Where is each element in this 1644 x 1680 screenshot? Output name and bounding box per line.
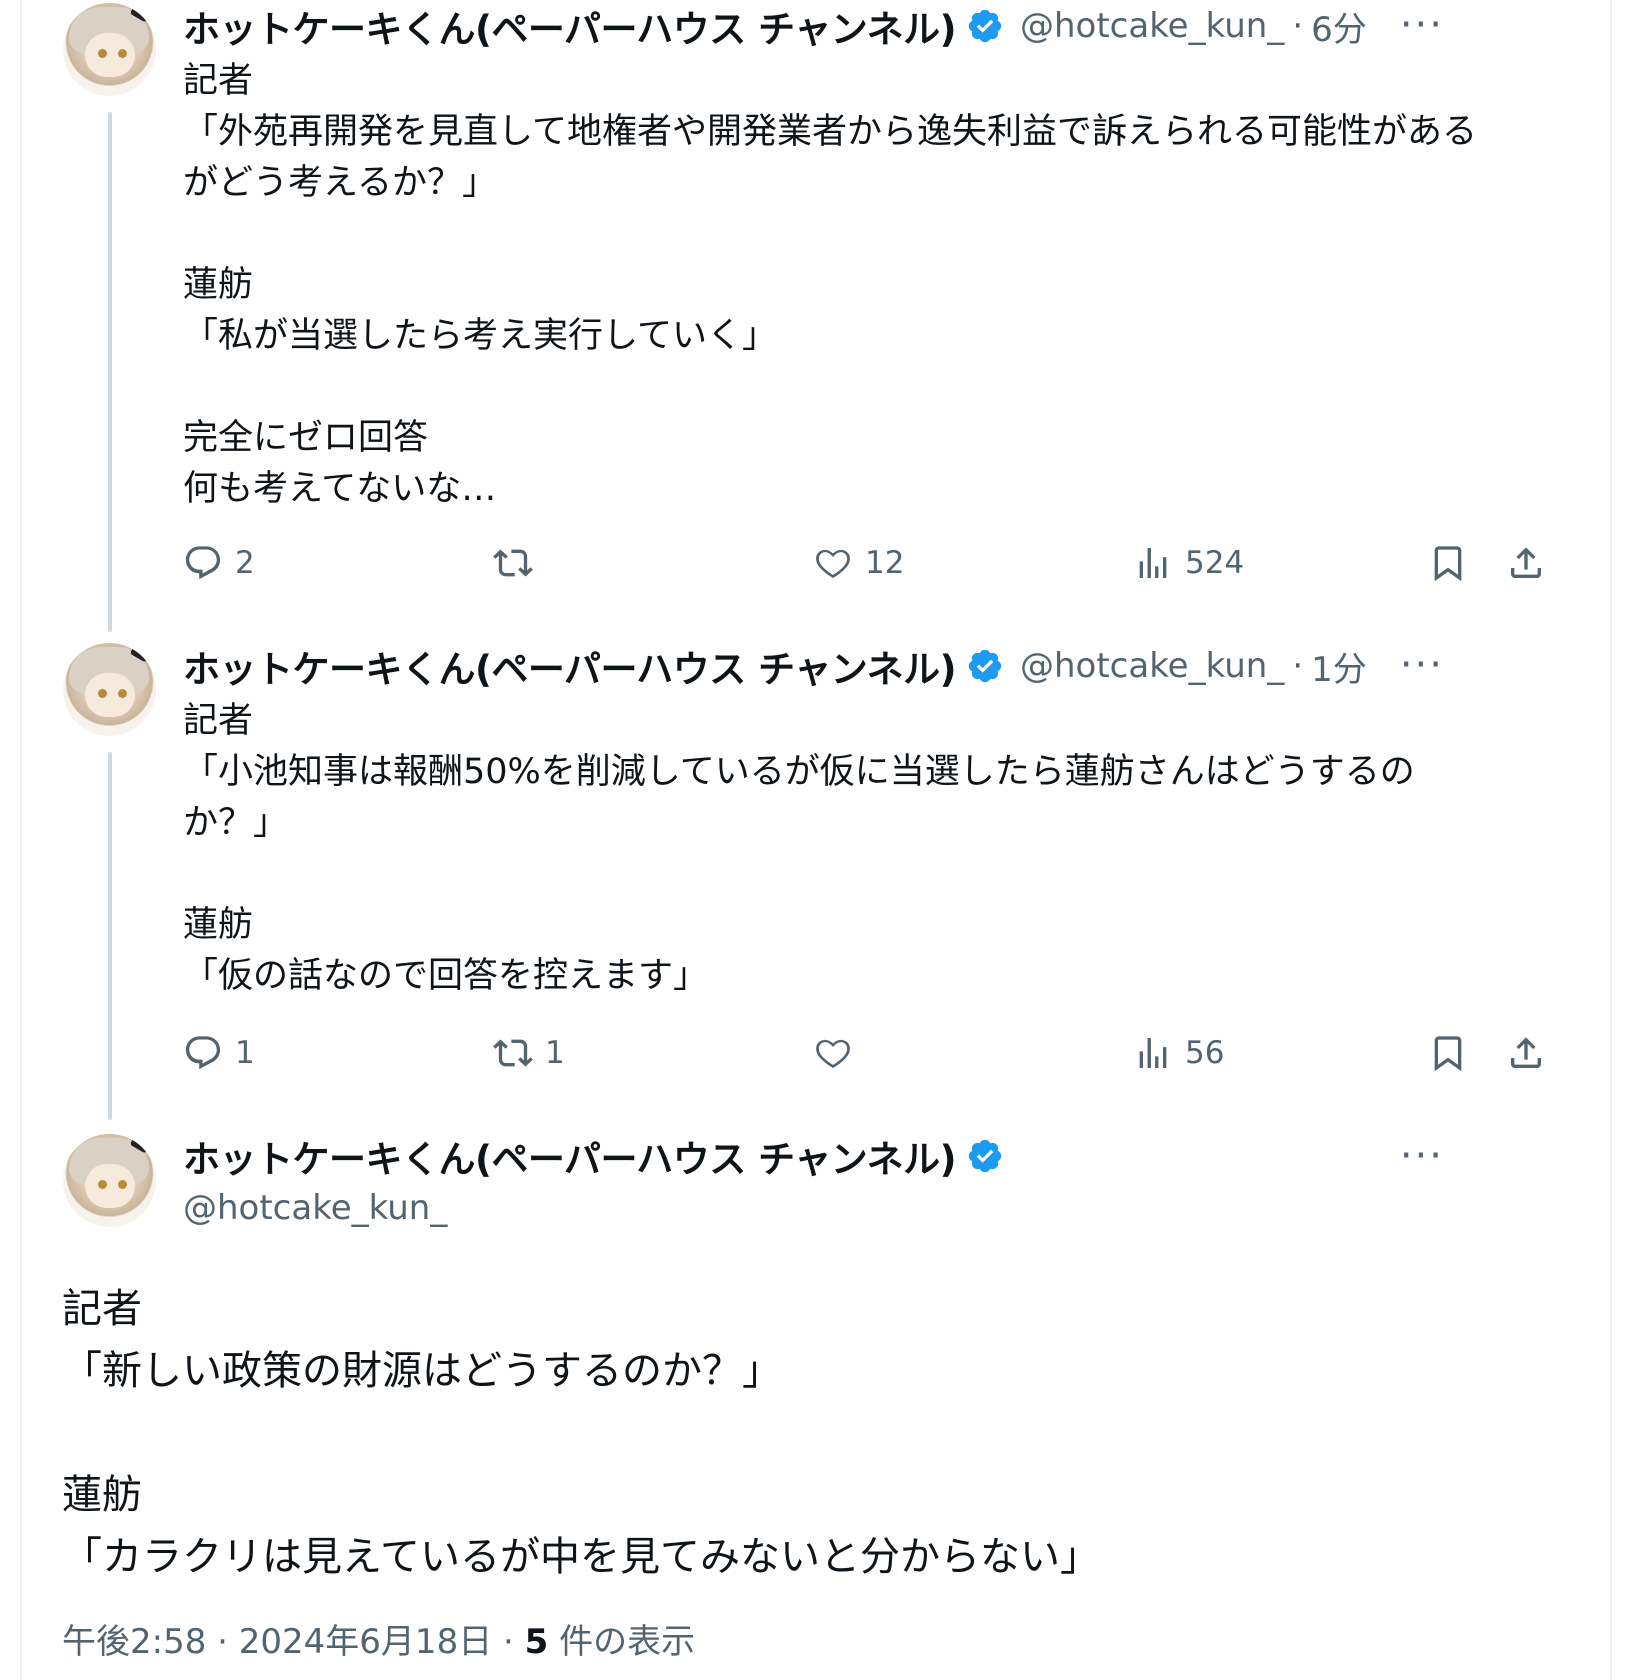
text-line: 完全にゼロ回答 — [183, 418, 429, 458]
view-count: 56 — [1185, 1035, 1225, 1071]
text-line: がどう考えるか？」 — [183, 163, 497, 203]
like-button[interactable] — [813, 1028, 865, 1078]
handle[interactable]: @hotcake_kun_ — [183, 1188, 447, 1228]
verified-icon — [968, 9, 1002, 43]
share-icon — [1511, 1037, 1541, 1068]
reply-icon — [185, 1036, 221, 1070]
retweet-icon — [493, 549, 533, 577]
tweet-meta: 午後2:58 · 2024年6月18日 · 5 件の表示 — [62, 1614, 695, 1663]
display-name[interactable]: ホットケーキくん(ペーパーハウス チャンネル) — [183, 1129, 956, 1183]
display-name[interactable]: ホットケーキくん(ペーパーハウス チャンネル) — [183, 0, 956, 53]
text-line: 蓮舫 — [183, 905, 254, 945]
reply-count: 1 — [235, 1035, 255, 1071]
text-line: 蓮舫 — [62, 1472, 142, 1518]
bookmark-icon — [1434, 1036, 1462, 1072]
timestamp[interactable]: 6分 — [1311, 2, 1367, 51]
thread-line — [108, 752, 112, 1120]
post-timestamp[interactable]: 午後2:58 · 2024年6月18日 · — [62, 1622, 525, 1662]
more-icon[interactable]: ··· — [1400, 2, 1444, 48]
text-line: 記者 — [62, 1286, 142, 1332]
verified-icon — [968, 1139, 1002, 1173]
views-icon — [1139, 1038, 1167, 1068]
verified-icon — [968, 649, 1002, 683]
separator: · — [1292, 646, 1304, 686]
tweet-header: ホットケーキくん(ペーパーハウス チャンネル) @hotcake_kun_ · … — [183, 641, 1367, 691]
reply-button[interactable]: 2 — [183, 538, 255, 588]
thread-line — [108, 112, 112, 632]
text-line: 「私が当選したら考え実行していく」 — [183, 316, 777, 356]
retweet-button[interactable] — [493, 538, 545, 588]
view-count: 524 — [1185, 545, 1245, 581]
tweet-text: 記者 「外苑再開発を見直して地権者や開発業者から逸失利益で訴えられる可能性がある… — [183, 56, 1573, 515]
display-name[interactable]: ホットケーキくん(ペーパーハウス チャンネル) — [183, 639, 956, 693]
text-line: 「カラクリは見えているが中を見てみないと分からない」 — [62, 1534, 1100, 1580]
like-count: 12 — [865, 545, 905, 581]
retweet-icon — [493, 1039, 533, 1067]
text-line: 記者 — [183, 701, 254, 741]
views-icon — [1139, 548, 1167, 578]
action-bar: 1 1 56 — [183, 1028, 1563, 1078]
retweet-button[interactable]: 1 — [493, 1028, 565, 1078]
tweet-header: ホットケーキくん(ペーパーハウス チャンネル) — [183, 1131, 1004, 1181]
more-icon[interactable]: ··· — [1400, 642, 1444, 688]
timestamp[interactable]: 1分 — [1311, 642, 1367, 691]
tweet-text: 記者 「新しい政策の財源はどうするのか？」 蓮舫 「カラクリは見えているが中を見… — [62, 1278, 1562, 1588]
views-label: 件の表示 — [548, 1622, 696, 1662]
like-icon — [816, 549, 850, 578]
avatar[interactable] — [63, 3, 156, 96]
handle[interactable]: @hotcake_kun_ — [1020, 646, 1284, 686]
avatar[interactable] — [63, 643, 156, 736]
retweet-count: 1 — [545, 1035, 565, 1071]
more-icon[interactable]: ··· — [1400, 1133, 1444, 1179]
text-line: 「新しい政策の財源はどうするのか？」 — [62, 1348, 782, 1394]
reply-button[interactable]: 1 — [183, 1028, 255, 1078]
share-icon — [1511, 547, 1541, 578]
avatar[interactable] — [63, 1134, 156, 1227]
text-line: 蓮舫 — [183, 265, 254, 305]
tweet-text: 記者 「小池知事は報酬50%を削減しているが仮に当選したら蓮舫さんはどうするの … — [183, 696, 1573, 1002]
views-count: 5 — [524, 1622, 549, 1662]
reply-icon — [185, 546, 221, 580]
like-button[interactable]: 12 — [813, 538, 904, 588]
like-icon — [816, 1039, 850, 1068]
bookmark-button[interactable] — [1428, 1028, 1468, 1078]
text-line: 「外苑再開発を見直して地権者や開発業者から逸失利益で訴えられる可能性がある — [183, 112, 1477, 152]
views-button[interactable]: 56 — [1133, 1028, 1224, 1078]
handle-row: @hotcake_kun_ — [183, 1183, 447, 1233]
reply-count: 2 — [235, 545, 255, 581]
text-line: 「仮の話なので回答を控えます」 — [183, 956, 709, 996]
text-line: 記者 — [183, 61, 254, 101]
handle[interactable]: @hotcake_kun_ — [1020, 6, 1284, 46]
text-line: 「小池知事は報酬50%を削減しているが仮に当選したら蓮舫さんはどうするの — [183, 752, 1415, 792]
share-button[interactable] — [1506, 1028, 1546, 1078]
text-line: 何も考えてないな… — [183, 469, 497, 509]
tweet-header: ホットケーキくん(ペーパーハウス チャンネル) @hotcake_kun_ · … — [183, 1, 1367, 51]
bookmark-button[interactable] — [1428, 538, 1468, 588]
text-line: か？」 — [183, 803, 289, 843]
share-button[interactable] — [1506, 538, 1546, 588]
action-bar: 2 12 524 — [183, 538, 1563, 588]
bookmark-icon — [1434, 546, 1462, 582]
views-button[interactable]: 524 — [1133, 538, 1244, 588]
separator: · — [1292, 6, 1304, 46]
